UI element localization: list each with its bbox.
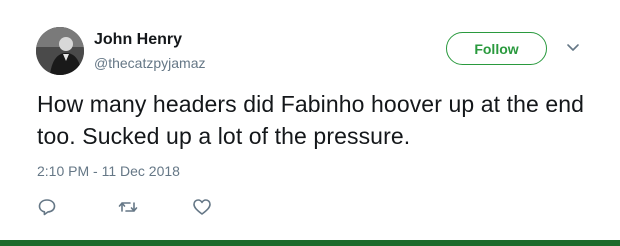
tweet-card: John Henry @thecatzpyjamaz Follow How ma… [0, 0, 620, 246]
follow-button[interactable]: Follow [446, 32, 547, 65]
heart-icon[interactable] [192, 198, 212, 216]
chevron-down-icon[interactable] [566, 43, 580, 53]
avatar[interactable] [36, 27, 84, 75]
tweet-timestamp[interactable]: 2:10 PM - 11 Dec 2018 [37, 163, 180, 179]
author-handle[interactable]: @thecatzpyjamaz [94, 55, 205, 71]
tweet-text: How many headers did Fabinho hoover up a… [37, 91, 585, 149]
retweet-icon[interactable] [118, 198, 138, 216]
bottom-accent-bar [0, 240, 620, 246]
author-display-name[interactable]: John Henry [94, 31, 182, 49]
reply-icon[interactable] [37, 198, 57, 216]
